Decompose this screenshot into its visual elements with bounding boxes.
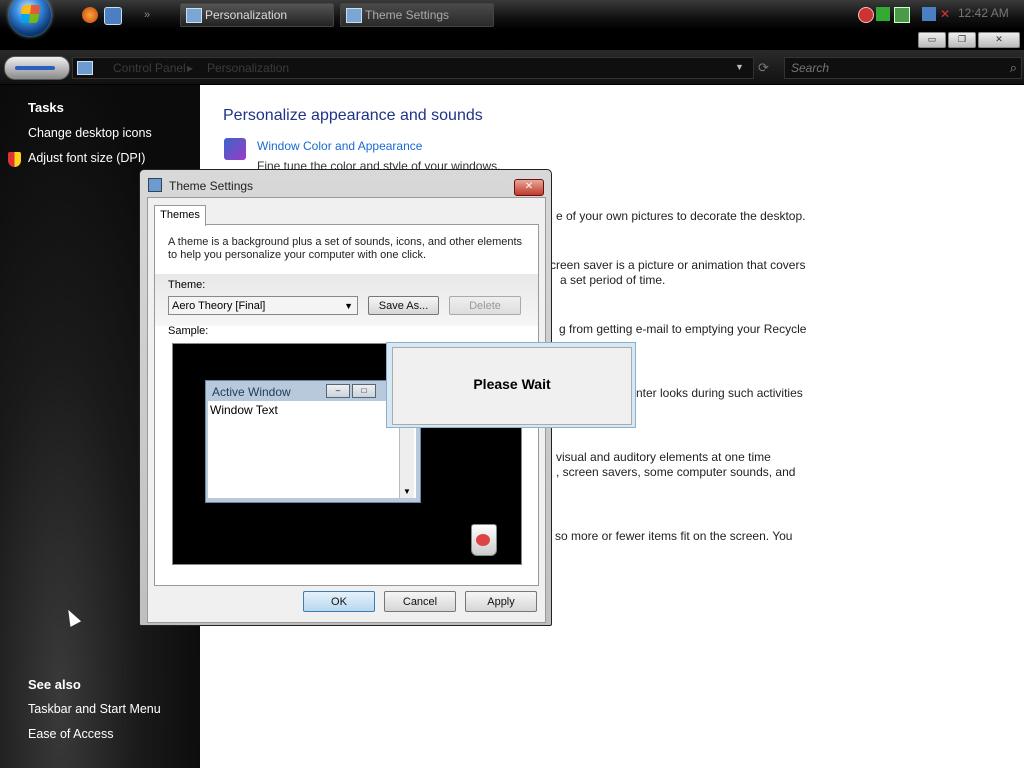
ease-of-access-link[interactable]: Ease of Access	[28, 727, 113, 741]
theme-settings-icon	[148, 178, 162, 192]
taskbar-item-personalization[interactable]: Personalization	[180, 3, 334, 27]
tasks-heading: Tasks	[28, 100, 64, 115]
windows-update-icon[interactable]	[894, 7, 910, 23]
sample-window-controls: – □	[326, 384, 376, 398]
taskbar-start-menu-link[interactable]: Taskbar and Start Menu	[28, 702, 161, 716]
recycle-bin-icon	[471, 524, 497, 556]
sample-maximize-icon: □	[352, 384, 376, 398]
chevron-down-icon[interactable]: ▼	[344, 297, 353, 315]
theme-intro-text: A theme is a background plus a set of so…	[168, 236, 523, 261]
theme-select[interactable]: Aero Theory [Final] ▼	[168, 296, 358, 315]
ok-button[interactable]: OK	[303, 591, 375, 612]
theme-select-value: Aero Theory [Final]	[172, 300, 266, 312]
show-desktop-icon[interactable]	[104, 7, 122, 25]
screen-saver-description: creen saver is a picture or animation th…	[550, 258, 806, 272]
sample-label: Sample:	[168, 325, 209, 337]
delete-button[interactable]: Delete	[449, 296, 521, 315]
chevron-right-icon[interactable]: »	[144, 9, 160, 25]
dialog-titlebar[interactable]: Theme Settings ✕	[140, 170, 551, 196]
control-panel-icon	[186, 8, 202, 23]
address-bar[interactable]: Control Panel ▸ Personalization ▼	[72, 57, 754, 79]
security-alert-icon[interactable]	[858, 7, 874, 23]
theme-settings-icon	[346, 8, 362, 23]
volume-muted-icon[interactable]: ✕	[940, 7, 954, 21]
please-wait-popup: Please Wait	[386, 342, 636, 428]
adjust-font-size-link[interactable]: Adjust font size (DPI)	[28, 151, 145, 165]
change-desktop-icons-link[interactable]: Change desktop icons	[28, 126, 152, 140]
chevron-down-icon[interactable]: ▼	[735, 62, 744, 72]
close-icon[interactable]: ✕	[514, 179, 544, 196]
please-wait-text: Please Wait	[473, 376, 551, 392]
theme-description: visual and auditory elements at one time	[556, 450, 771, 464]
refresh-icon[interactable]: ⟳	[758, 60, 772, 75]
back-forward-buttons[interactable]	[4, 56, 70, 80]
page-title: Personalize appearance and sounds	[223, 107, 483, 124]
maximize-button[interactable]: ❐	[948, 32, 976, 48]
screen-saver-description-2: a set period of time.	[560, 273, 666, 287]
search-input[interactable]	[789, 60, 993, 76]
sample-scrollbar: ▼	[399, 421, 414, 498]
minimize-button[interactable]: ▭	[918, 32, 946, 48]
breadcrumb-personalization[interactable]: Personalization	[207, 61, 289, 75]
control-panel-icon	[77, 61, 93, 75]
please-wait-body: Please Wait	[392, 347, 632, 425]
theme-description-2: , screen savers, some computer sounds, a…	[556, 465, 796, 479]
search-box[interactable]: ⌕	[784, 57, 1022, 79]
window-color-link[interactable]: Window Color and Appearance	[257, 139, 422, 153]
save-as-button[interactable]: Save As...	[368, 296, 439, 315]
breadcrumb-control-panel[interactable]: Control Panel	[113, 61, 186, 75]
sample-window-client: Window Text ▼	[208, 401, 416, 498]
see-also-heading: See also	[28, 677, 81, 692]
display-settings-description: so more or fewer items fit on the screen…	[555, 529, 793, 543]
taskbar-item-theme-settings[interactable]: Theme Settings	[340, 3, 494, 27]
window-color-icon[interactable]	[224, 138, 246, 160]
clock[interactable]: 12:42 AM	[958, 6, 1009, 20]
network-icon[interactable]	[922, 7, 936, 21]
sample-window-title: Active Window	[212, 385, 291, 399]
cancel-button[interactable]: Cancel	[384, 591, 456, 612]
close-button[interactable]: ✕	[978, 32, 1020, 48]
dialog-title: Theme Settings	[169, 179, 254, 193]
breadcrumb-separator-icon: ▸	[187, 61, 194, 75]
taskbar: » Personalization Theme Settings ✕ 12:42…	[0, 0, 1024, 36]
tab-themes[interactable]: Themes	[154, 205, 206, 226]
window-controls: ▭ ❐ ✕	[918, 32, 1020, 48]
theme-label: Theme:	[168, 279, 206, 291]
sample-minimize-icon: –	[326, 384, 350, 398]
desktop-background-description: e of your own pictures to decorate the d…	[556, 209, 806, 223]
sample-window-text: Window Text	[210, 403, 278, 417]
scroll-down-icon: ▼	[403, 487, 411, 496]
apply-button[interactable]: Apply	[465, 591, 537, 612]
address-bar-row: Control Panel ▸ Personalization ▼ ⟳ ⌕	[0, 50, 1024, 84]
search-icon[interactable]: ⌕	[1010, 60, 1017, 76]
firefox-icon[interactable]	[82, 7, 98, 23]
mouse-pointers-description: nter looks during such activities	[636, 386, 803, 400]
shield-icon	[8, 152, 21, 167]
sounds-description: g from getting e-mail to emptying your R…	[559, 322, 807, 336]
check-icon[interactable]	[876, 7, 890, 21]
